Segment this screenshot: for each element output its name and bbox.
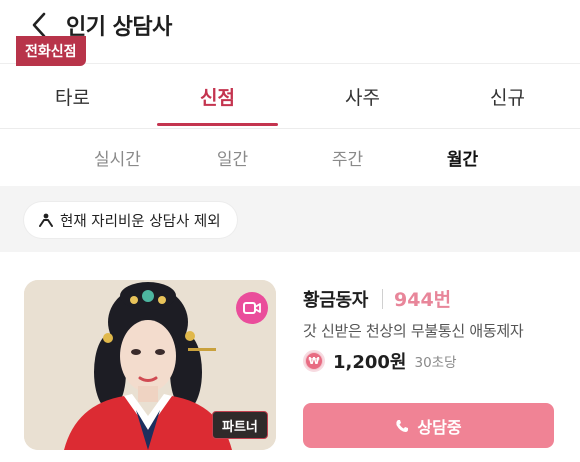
filter-bar: 현재 자리비운 상담사 제외	[0, 186, 580, 252]
video-camera-icon	[243, 302, 261, 314]
subtab-weekly[interactable]: 주간	[290, 132, 405, 182]
price-row: ₩ 1,200원 30초당	[303, 347, 457, 375]
name-divider	[382, 289, 383, 309]
tab-tarot[interactable]: 타로	[0, 64, 145, 128]
counselor-description: 갓 신받은 천상의 무불통신 애동제자	[303, 322, 524, 340]
app-header: 인기 상담사	[0, 0, 580, 62]
period-tabs: 실시간 일간 주간 월간	[60, 132, 520, 182]
price-unit: 30초당	[414, 355, 457, 371]
partner-badge: 파트너	[212, 411, 268, 439]
consulting-status-label: 상담중	[417, 417, 462, 437]
video-call-badge	[236, 292, 268, 324]
phone-icon	[396, 419, 409, 432]
price-value: 1,200원	[333, 352, 407, 373]
tab-saju[interactable]: 사주	[290, 64, 435, 128]
subtab-monthly[interactable]: 월간	[405, 132, 520, 182]
tab-new[interactable]: 신규	[435, 64, 580, 128]
category-badge: 전화신점	[16, 36, 86, 66]
away-person-icon	[39, 213, 53, 227]
subtab-daily[interactable]: 일간	[175, 132, 290, 182]
filter-label: 현재 자리비운 상담사 제외	[60, 213, 221, 230]
coin-icon: ₩	[303, 350, 325, 372]
chevron-left-icon	[32, 12, 46, 38]
counselor-code: 944번	[394, 289, 452, 311]
tab-sinjeom[interactable]: 신점	[145, 64, 290, 128]
consulting-status-button[interactable]: 상담중	[303, 403, 554, 448]
category-tabs: 타로 신점 사주 신규	[0, 64, 580, 128]
exclude-away-filter-chip[interactable]: 현재 자리비운 상담사 제외	[24, 202, 237, 238]
subtab-realtime[interactable]: 실시간	[60, 132, 175, 182]
tabs-divider	[0, 128, 580, 129]
counselor-name[interactable]: 황금동자	[303, 286, 368, 312]
